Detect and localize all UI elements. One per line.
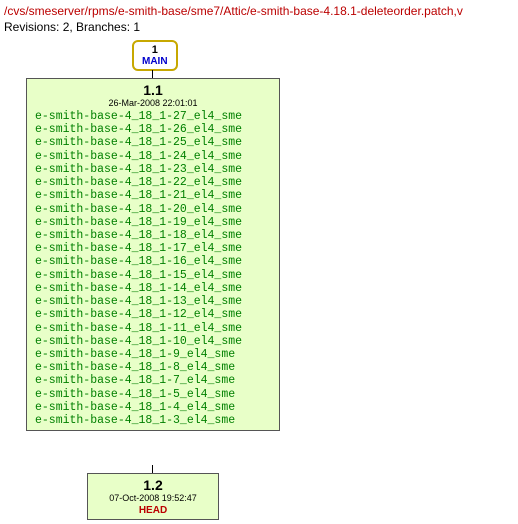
tag: e-smith-base-4_18_1-22_el4_sme [35,176,271,189]
branch-name: MAIN [142,56,168,67]
revision-node-2: 1.2 07-Oct-2008 19:52:47 HEAD [87,473,219,520]
tag-list: e-smith-base-4_18_1-27_el4_smee-smith-ba… [35,110,271,427]
tag: e-smith-base-4_18_1-25_el4_sme [35,136,271,149]
tag: e-smith-base-4_18_1-26_el4_sme [35,123,271,136]
revision-node-1: 1.1 26-Mar-2008 22:01:01 e-smith-base-4_… [26,78,280,431]
head-label: HEAD [96,505,210,516]
tag: e-smith-base-4_18_1-11_el4_sme [35,322,271,335]
connector-line [152,70,153,78]
tag: e-smith-base-4_18_1-5_el4_sme [35,388,271,401]
tag: e-smith-base-4_18_1-17_el4_sme [35,242,271,255]
file-path: /cvs/smeserver/rpms/e-smith-base/sme7/At… [4,4,518,18]
tag: e-smith-base-4_18_1-18_el4_sme [35,229,271,242]
tag: e-smith-base-4_18_1-15_el4_sme [35,269,271,282]
tag: e-smith-base-4_18_1-27_el4_sme [35,110,271,123]
tag: e-smith-base-4_18_1-9_el4_sme [35,348,271,361]
branch-node: 1 MAIN [132,40,178,71]
tag: e-smith-base-4_18_1-10_el4_sme [35,335,271,348]
connector-line [152,465,153,473]
tag: e-smith-base-4_18_1-14_el4_sme [35,282,271,295]
graph-container: 1 MAIN 1.1 26-Mar-2008 22:01:01 e-smith-… [4,40,514,520]
revision-date: 26-Mar-2008 22:01:01 [35,98,271,108]
tag: e-smith-base-4_18_1-19_el4_sme [35,216,271,229]
tag: e-smith-base-4_18_1-13_el4_sme [35,295,271,308]
tag: e-smith-base-4_18_1-24_el4_sme [35,150,271,163]
tag: e-smith-base-4_18_1-4_el4_sme [35,401,271,414]
tag: e-smith-base-4_18_1-3_el4_sme [35,414,271,427]
tag: e-smith-base-4_18_1-23_el4_sme [35,163,271,176]
tag: e-smith-base-4_18_1-12_el4_sme [35,308,271,321]
tag: e-smith-base-4_18_1-8_el4_sme [35,361,271,374]
revisions-summary: Revisions: 2, Branches: 1 [4,20,518,34]
tag: e-smith-base-4_18_1-21_el4_sme [35,189,271,202]
tag: e-smith-base-4_18_1-20_el4_sme [35,203,271,216]
revision-number: 1.2 [96,477,210,493]
tag: e-smith-base-4_18_1-7_el4_sme [35,374,271,387]
tag: e-smith-base-4_18_1-16_el4_sme [35,255,271,268]
revision-number: 1.1 [35,82,271,98]
branch-number: 1 [142,44,168,56]
revision-date: 07-Oct-2008 19:52:47 [96,493,210,503]
